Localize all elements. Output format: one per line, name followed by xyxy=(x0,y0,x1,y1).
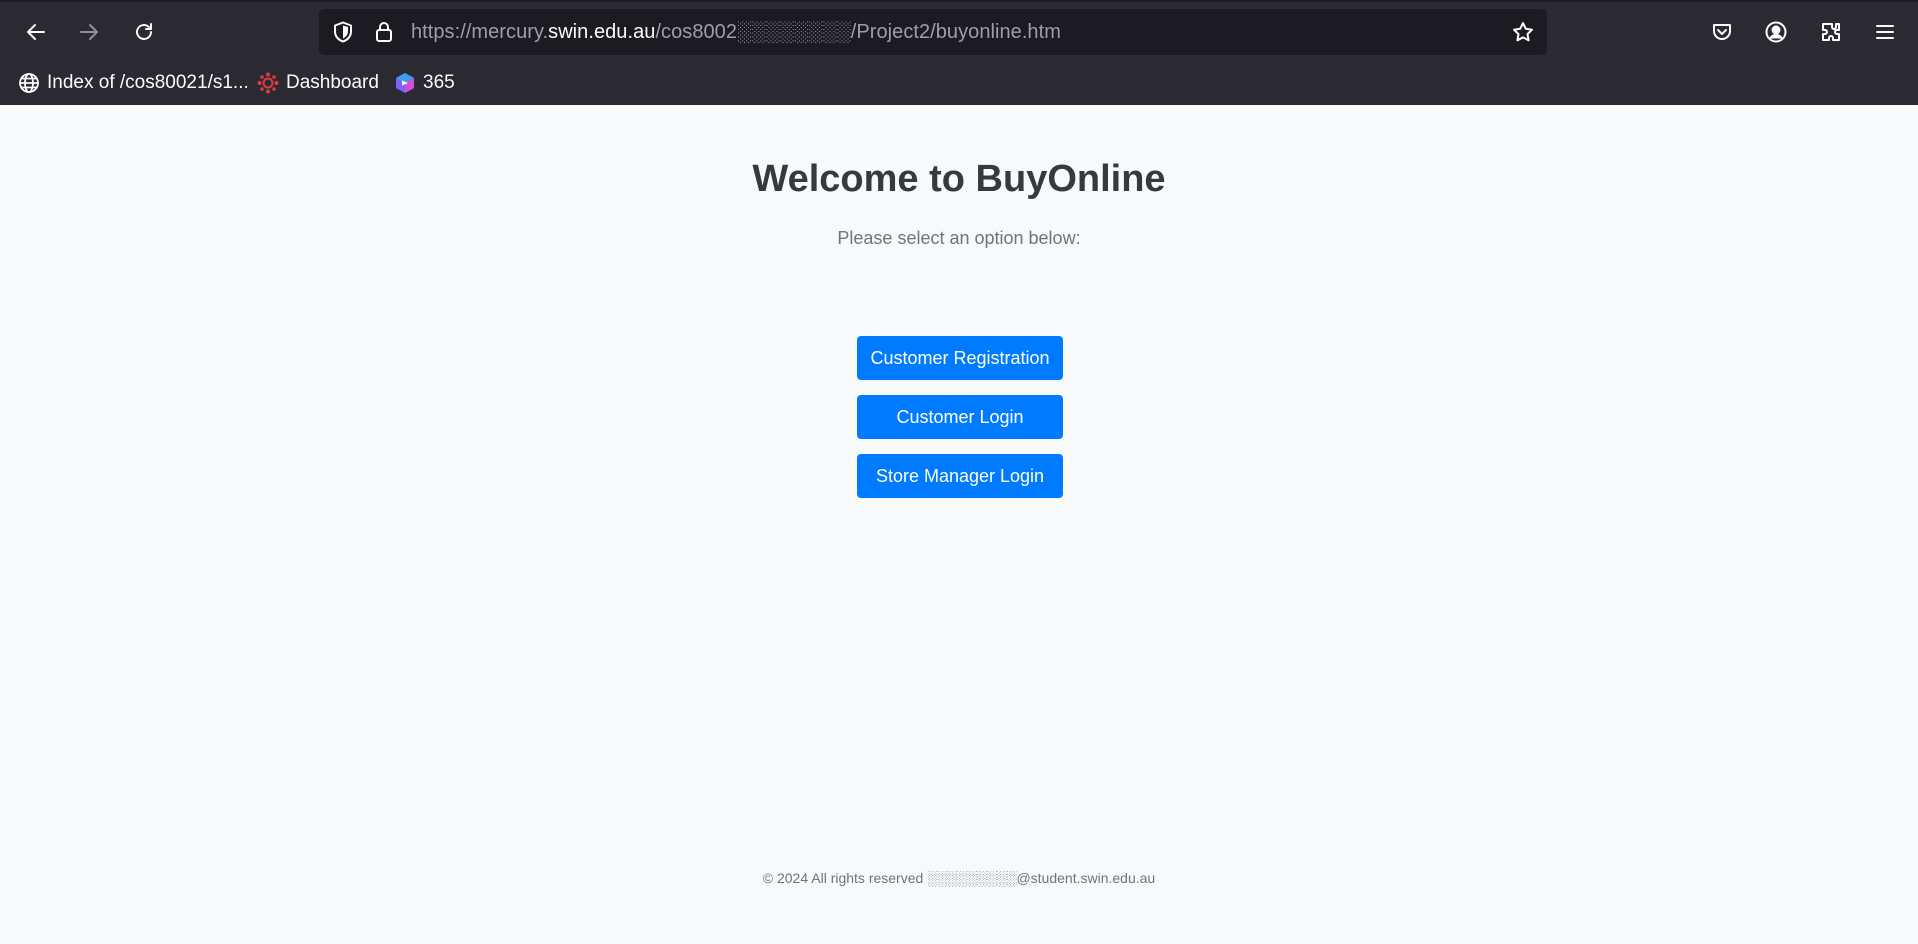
puzzle-icon xyxy=(1822,23,1840,41)
page-content: Welcome to BuyOnline Please select an op… xyxy=(0,105,1918,944)
address-bar[interactable]: https://mercury.swin.edu.au/cos8002░░░░░… xyxy=(319,9,1547,55)
globe-icon xyxy=(19,73,39,93)
forward-arrow-icon xyxy=(80,24,98,40)
lock-icon[interactable] xyxy=(372,20,396,44)
pocket-icon xyxy=(1713,24,1731,40)
account-icon xyxy=(1765,21,1787,43)
footer-text: © 2024 All rights reserved ░░░░░░░░░@stu… xyxy=(762,870,1156,886)
account-button[interactable] xyxy=(1762,18,1790,46)
page-title: Welcome to BuyOnline xyxy=(752,158,1166,200)
url-text[interactable]: https://mercury.swin.edu.au/cos8002░░░░░… xyxy=(411,21,1061,43)
bookmarks-toolbar: Index of /cos80021/s1... Dashboard 365 xyxy=(0,66,1918,100)
hamburger-menu-icon xyxy=(1876,25,1894,39)
url-path: /cos8002░░░░░░░░/Project2/buyonline.htm xyxy=(655,21,1061,43)
browser-chrome: https://mercury.swin.edu.au/cos8002░░░░░… xyxy=(0,0,1918,105)
bookmark-label: Dashboard xyxy=(286,72,379,93)
canvas-icon xyxy=(257,72,279,94)
chrome-divider xyxy=(0,0,1918,2)
back-arrow-icon xyxy=(27,24,45,40)
bookmark-dashboard[interactable]: Dashboard xyxy=(256,66,379,100)
forward-button[interactable] xyxy=(69,12,109,52)
bookmark-365[interactable]: 365 xyxy=(393,66,455,100)
application-menu-button[interactable] xyxy=(1871,18,1899,46)
url-prefix: https://mercury. xyxy=(411,21,549,43)
url-domain: swin.edu.au xyxy=(548,21,656,43)
shield-icon[interactable] xyxy=(331,20,355,44)
store-manager-login-button[interactable]: Store Manager Login xyxy=(857,454,1063,498)
reload-icon xyxy=(136,23,152,40)
bookmark-label: Index of /cos80021/s1... xyxy=(47,72,249,93)
bookmark-index[interactable]: Index of /cos80021/s1... xyxy=(17,66,249,100)
customer-login-button[interactable]: Customer Login xyxy=(857,395,1063,439)
reload-button[interactable] xyxy=(124,12,164,52)
page-subtitle: Please select an option below: xyxy=(837,228,1081,248)
back-button[interactable] xyxy=(16,12,56,52)
microsoft-365-icon xyxy=(396,73,414,93)
bookmark-label: 365 xyxy=(423,72,455,93)
pocket-button[interactable] xyxy=(1708,18,1736,46)
star-icon[interactable] xyxy=(1511,20,1535,44)
extensions-button[interactable] xyxy=(1817,18,1845,46)
customer-registration-button[interactable]: Customer Registration xyxy=(857,336,1063,380)
